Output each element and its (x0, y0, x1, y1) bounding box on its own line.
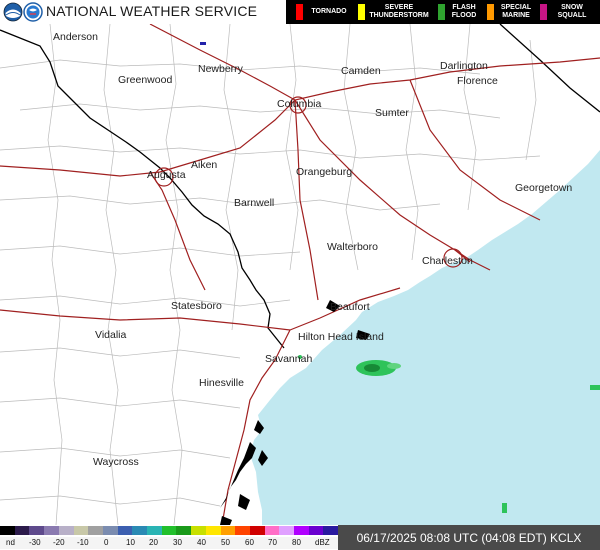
nws-logo-icon (23, 2, 43, 22)
city-label-greenwood: Greenwood (118, 74, 172, 86)
warning-legend: TORNADO SEVERE THUNDERSTORM FLASH FLOOD … (286, 0, 600, 24)
dbz-tick: 60 (245, 538, 254, 547)
legend-item-severe-thunderstorm: SEVERE THUNDERSTORM (358, 2, 430, 22)
dbz-tick: 0 (104, 538, 109, 547)
dbz-tick: 80 (292, 538, 301, 547)
legend-label: FLASH FLOOD (451, 4, 477, 19)
city-label-barnwell: Barnwell (234, 197, 274, 209)
timestamp-readout: 06/17/2025 08:08 UTC (04:08 EDT) KCLX (338, 525, 600, 550)
dbz-tick: 40 (197, 538, 206, 547)
city-label-waycross: Waycross (93, 456, 139, 468)
bottom-bar: nd -30 -20 -10 0 10 20 30 40 50 60 70 80… (0, 525, 600, 550)
city-label-darlington: Darlington (440, 60, 488, 72)
city-label-florence: Florence (457, 75, 498, 87)
dbz-tick: -20 (53, 538, 65, 547)
legend-label: SEVERE THUNDERSTORM (369, 4, 429, 19)
page-title: NATIONAL WEATHER SERVICE (46, 3, 258, 19)
dbz-tick: 30 (173, 538, 182, 547)
dbz-tick-labels: nd -30 -20 -10 0 10 20 30 40 50 60 70 80… (0, 537, 338, 549)
legend-item-snow-squall: SNOW SQUALL (540, 2, 596, 22)
dbz-tick: 70 (268, 538, 277, 547)
dbz-color-scale: nd -30 -20 -10 0 10 20 30 40 50 60 70 80… (0, 525, 339, 550)
city-label-newberry: Newberry (198, 63, 244, 75)
radar-map[interactable]: Anderson Greenwood Newberry Camden Darli… (0, 24, 600, 525)
legend-label: TORNADO (311, 8, 347, 15)
dbz-tick: 10 (126, 538, 135, 547)
echo-fringe-offshore (387, 363, 401, 369)
legend-swatch-tornado (296, 4, 303, 20)
city-label-vidalia: Vidalia (95, 329, 126, 341)
city-label-hilton-head-island: Hilton Head Island (298, 331, 384, 343)
header-bar: NATIONAL WEATHER SERVICE TORNADO SEVERE … (0, 0, 600, 25)
dbz-tick: -30 (29, 538, 41, 547)
legend-swatch-severe-thunderstorm (358, 4, 365, 20)
noaa-logo-icon (3, 2, 23, 22)
echo-small-offshore (502, 503, 507, 513)
legend-swatch-flash-flood (438, 4, 445, 20)
city-label-orangeburg: Orangeburg (296, 166, 352, 178)
city-label-augusta: Augusta (147, 169, 186, 181)
echo-edge-east (590, 385, 600, 390)
city-label-columbia: Columbia (277, 98, 322, 110)
city-label-georgetown: Georgetown (515, 182, 572, 194)
city-label-sumter: Sumter (375, 107, 409, 119)
legend-item-special-marine: SPECIAL MARINE (487, 2, 537, 22)
city-label-hinesville: Hinesville (199, 377, 244, 389)
echo-core-offshore (364, 364, 380, 372)
city-label-aiken: Aiken (191, 159, 217, 171)
city-label-anderson: Anderson (53, 31, 98, 43)
dbz-tick: nd (6, 538, 15, 547)
dbz-tick: dBZ (315, 538, 330, 547)
dbz-color-ramp (0, 526, 339, 535)
legend-label: SPECIAL MARINE (500, 4, 532, 19)
city-label-charleston: Charleston (422, 255, 473, 267)
legend-item-tornado: TORNADO (296, 2, 354, 22)
city-label-statesboro: Statesboro (171, 300, 222, 312)
city-label-beaufort: Beaufort (330, 301, 370, 313)
legend-label: SNOW SQUALL (557, 4, 587, 19)
echo-speck-north (200, 42, 206, 45)
legend-item-flash-flood: FLASH FLOOD (438, 2, 482, 22)
agency-logos (3, 2, 43, 22)
city-label-walterboro: Walterboro (327, 241, 378, 253)
legend-swatch-special-marine (487, 4, 494, 20)
dbz-tick: -10 (77, 538, 89, 547)
radar-page: NATIONAL WEATHER SERVICE TORNADO SEVERE … (0, 0, 600, 550)
city-label-savannah: Savannah (265, 353, 312, 365)
dbz-tick: 20 (149, 538, 158, 547)
dbz-tick: 50 (221, 538, 230, 547)
legend-swatch-snow-squall (540, 4, 547, 20)
city-label-camden: Camden (341, 65, 381, 77)
